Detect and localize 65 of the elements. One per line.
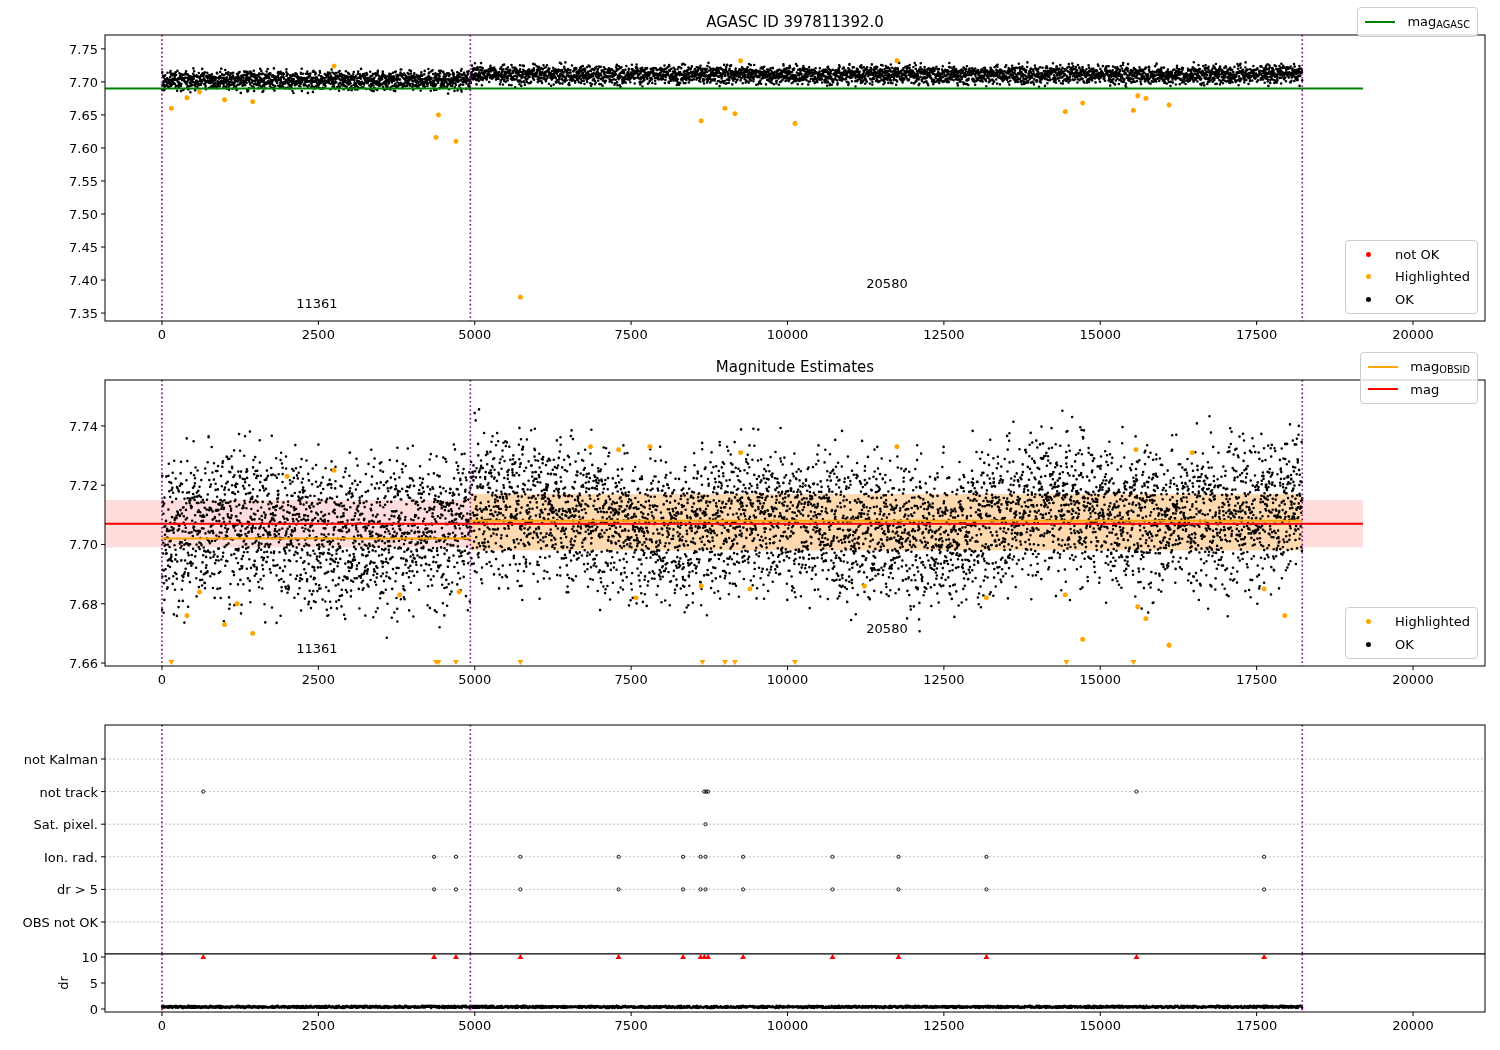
tick-label: 2500	[301, 672, 335, 687]
legend-label: mag	[1410, 380, 1440, 399]
tick-label: 7.70	[69, 537, 98, 553]
tick-label: 0	[157, 672, 167, 687]
row-label: Ion. rad.	[44, 849, 98, 865]
tick-label: 10	[81, 950, 98, 965]
axis-label: dr	[56, 976, 71, 990]
legend-label: OK	[1395, 290, 1414, 309]
tick-label: 5000	[458, 672, 492, 687]
tick-label: 7.50	[69, 207, 98, 222]
tick-label: 10000	[766, 1018, 809, 1033]
tick-label: 10000	[766, 327, 809, 342]
tick-label: 12500	[923, 327, 965, 342]
tick-label: 10000	[766, 672, 809, 687]
row-label: Sat. pixel.	[33, 817, 98, 833]
legend-label: Highlighted	[1395, 268, 1470, 286]
tick-label: 20000	[1392, 327, 1434, 342]
tick-label: 7500	[614, 327, 648, 342]
tick-label: 7.35	[69, 306, 98, 322]
tick-label: 5000	[458, 1018, 492, 1033]
tick-label: 17500	[1235, 1018, 1278, 1033]
tick-label: 5000	[458, 327, 492, 342]
row-label: dr > 5	[56, 882, 98, 898]
row-label: OBS not OK	[22, 915, 98, 930]
tick-label: 7.72	[69, 478, 98, 494]
tick-label: 0	[157, 1018, 167, 1033]
tick-label: 7500	[614, 672, 648, 687]
tick-label: 7.74	[69, 418, 98, 434]
legend-label: not OK	[1395, 245, 1440, 264]
chart-title: AGASC ID 397811392.0	[706, 13, 884, 31]
chart-title: Magnitude Estimates	[715, 358, 875, 376]
tick-label: 12500	[923, 672, 965, 687]
tick-label: 7.68	[69, 596, 98, 612]
tick-label: 2500	[301, 1018, 335, 1033]
tick-label: 20000	[1392, 1018, 1434, 1033]
count-label: 11361	[296, 641, 338, 656]
tick-label: 5	[89, 976, 98, 991]
legend-label: mag$_{OBSID}$	[1410, 358, 1470, 377]
tick-label: 17500	[1235, 672, 1278, 687]
tick-label: 15000	[1079, 1018, 1121, 1033]
row-label: not track	[39, 784, 98, 800]
tick-label: 7.60	[69, 140, 98, 156]
tick-label: 2500	[301, 327, 335, 342]
tick-label: 7500	[614, 1018, 648, 1033]
tick-label: 20000	[1392, 672, 1434, 687]
legend-label: OK	[1395, 635, 1414, 654]
tick-label: 7.40	[69, 273, 98, 289]
tick-label: 15000	[1079, 327, 1121, 342]
legend-label: Highlighted	[1395, 613, 1470, 631]
tick-label: 12500	[923, 1018, 965, 1033]
tick-label: 0	[89, 1002, 98, 1017]
tick-label: 7.70	[69, 74, 98, 90]
tick-label: 15000	[1079, 672, 1121, 687]
count-label: 20580	[866, 276, 908, 291]
tick-label: 7.55	[69, 173, 98, 189]
count-label: 20580	[866, 621, 908, 636]
tick-label: 17500	[1235, 327, 1278, 342]
tick-label: 7.45	[69, 240, 98, 255]
tick-label: 0	[157, 327, 167, 342]
tick-label: 7.75	[69, 41, 98, 57]
tick-label: 7.65	[69, 107, 98, 123]
row-label: not Kalman	[23, 752, 98, 767]
legend-label: mag$_{AGASC}$	[1407, 13, 1470, 32]
count-label: 11361	[296, 296, 338, 311]
tick-label: 7.66	[69, 656, 98, 672]
